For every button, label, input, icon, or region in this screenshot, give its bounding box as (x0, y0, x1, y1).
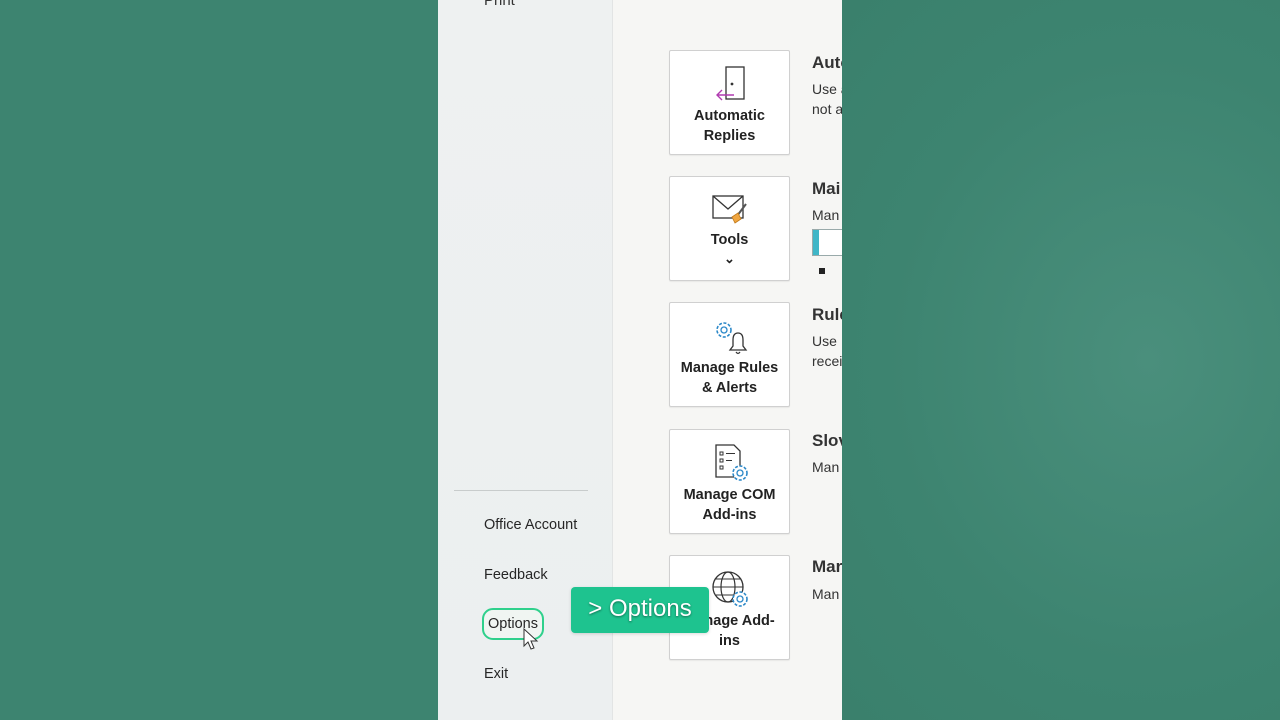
section-title-slow-addins: Slov (812, 431, 842, 450)
sidebar-item-office-account[interactable]: Office Account (484, 517, 577, 533)
manage-rules-label-2: & Alerts (701, 380, 758, 396)
section-text-mailbox: Man (812, 207, 840, 223)
sidebar-item-print[interactable]: Print (484, 0, 515, 9)
chevron-down-icon: ⌄ (724, 251, 735, 266)
tools-label: Tools (710, 232, 749, 248)
document-gear-icon (670, 443, 789, 483)
section-text-manage-addins: Man (812, 586, 840, 602)
manage-addins-label-2: ins (719, 633, 740, 649)
door-arrow-icon (670, 65, 789, 103)
manage-rules-alerts-button[interactable]: Manage Rules & Alerts (669, 302, 790, 407)
options-caption-overlay: > Options (571, 587, 709, 633)
section-text-slow-addins: Man (812, 459, 840, 475)
bullet-marker (819, 268, 825, 274)
automatic-replies-label-1: Automatic (694, 108, 765, 124)
section-title-manage-addins: Mar (812, 557, 842, 576)
section-title-mailbox: Mai (812, 179, 841, 198)
manage-com-label-2: Add-ins (702, 507, 757, 523)
manage-rules-label-1: Manage Rules (680, 360, 779, 376)
section-text-automatic-replies-2: not a (812, 101, 842, 117)
sidebar-item-exit[interactable]: Exit (484, 666, 508, 682)
background-glow (840, 0, 1280, 720)
automatic-replies-button[interactable]: Automatic Replies (669, 50, 790, 155)
section-text-automatic-replies-1: Use a (812, 81, 842, 97)
sidebar-divider (454, 490, 588, 491)
section-text-rules-1: Use (812, 333, 837, 349)
gear-bell-icon (670, 317, 789, 355)
automatic-replies-label-2: Replies (703, 128, 756, 144)
mailbox-usage-bar (812, 229, 842, 256)
section-title-rules: Rule (812, 305, 842, 324)
manage-com-addins-button[interactable]: Manage COM Add-ins (669, 429, 790, 534)
section-title-automatic-replies: Auto (812, 53, 842, 72)
sidebar-item-feedback[interactable]: Feedback (484, 567, 548, 583)
manage-com-label-1: Manage COM (683, 487, 776, 503)
section-text-rules-2: recei (812, 353, 842, 369)
mail-broom-icon (670, 191, 789, 227)
mouse-cursor-icon (523, 628, 539, 650)
tools-button[interactable]: Tools ⌄ (669, 176, 790, 281)
